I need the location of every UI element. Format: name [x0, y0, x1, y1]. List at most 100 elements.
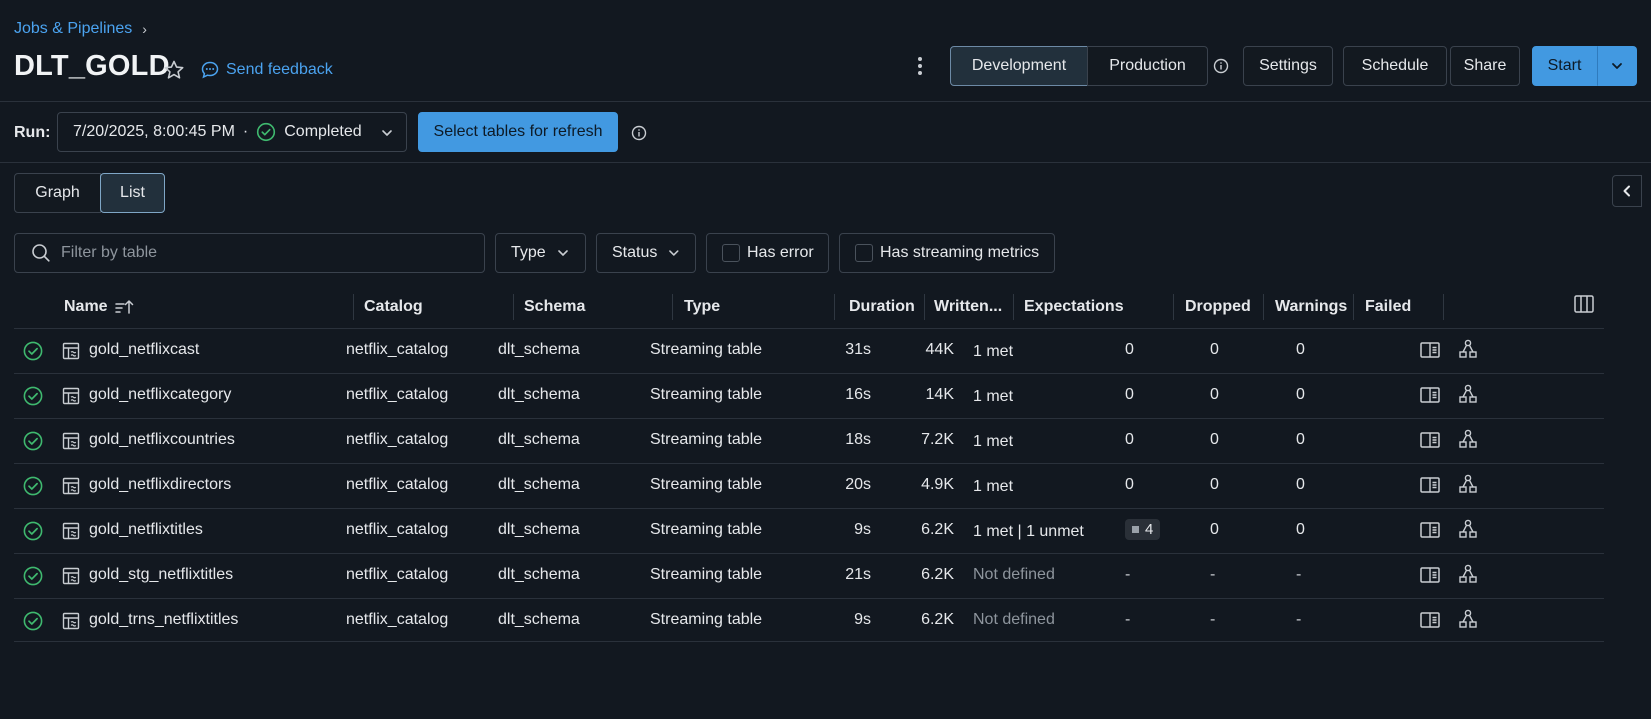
- table-row[interactable]: gold_netflixcountries netflix_catalog dlt_…: [14, 419, 1604, 464]
- column-separator[interactable]: [834, 294, 835, 320]
- page-title: DLT_GOLD: [14, 50, 170, 82]
- streaming-table-icon: [61, 476, 81, 501]
- table-details-icon[interactable]: [1419, 430, 1441, 455]
- table-header: Name Catalog Schema Type Duration Writte…: [14, 288, 1604, 329]
- table-details-icon[interactable]: [1419, 610, 1441, 635]
- send-feedback-link[interactable]: Send feedback: [200, 60, 333, 80]
- has-streaming-metrics-checkbox[interactable]: Has streaming metrics: [839, 233, 1055, 273]
- has-error-checkbox[interactable]: Has error: [706, 233, 829, 273]
- table-row[interactable]: gold_trns_netflixtitles netflix_catalog dl…: [14, 599, 1604, 642]
- lineage-icon[interactable]: [1457, 428, 1479, 455]
- table-details-icon[interactable]: [1419, 565, 1441, 590]
- column-separator[interactable]: [1013, 294, 1014, 320]
- table-catalog: netflix_catalog: [346, 431, 449, 448]
- table-type: Streaming table: [650, 566, 763, 583]
- table-row[interactable]: gold_netflixtitles netflix_catalog dlt_sch…: [14, 509, 1604, 554]
- expand-panel-button[interactable]: [1612, 175, 1642, 207]
- table-details-icon[interactable]: [1419, 340, 1441, 365]
- share-button[interactable]: Share: [1450, 46, 1520, 86]
- column-header-expectations[interactable]: Expectations: [1024, 298, 1124, 316]
- column-header-failed[interactable]: Failed: [1365, 298, 1411, 316]
- status-success-icon: [22, 340, 44, 367]
- streaming-table-icon: [61, 386, 81, 411]
- column-separator[interactable]: [672, 294, 673, 320]
- table-row[interactable]: gold_netflixcategory netflix_catalog dlt_s…: [14, 374, 1604, 419]
- lineage-icon[interactable]: [1457, 473, 1479, 500]
- chevron-down-icon: [669, 250, 679, 256]
- run-selector[interactable]: 7/20/2025, 8:00:45 PM · Completed: [57, 112, 407, 152]
- table-expectations-link[interactable]: 1 met: [973, 478, 1013, 496]
- table-name[interactable]: gold_netflixcast: [89, 341, 199, 359]
- column-header-type[interactable]: Type: [684, 298, 720, 316]
- table-name[interactable]: gold_trns_netflixtitles: [89, 611, 238, 629]
- start-options-button[interactable]: [1597, 46, 1637, 86]
- column-header-duration[interactable]: Duration: [849, 298, 915, 316]
- column-header-catalog[interactable]: Catalog: [364, 298, 423, 316]
- table-catalog: netflix_catalog: [346, 611, 449, 628]
- table-dropped: 0: [1125, 386, 1134, 403]
- column-separator[interactable]: [353, 294, 354, 320]
- table-name[interactable]: gold_netflixcategory: [89, 386, 231, 404]
- start-button[interactable]: Start: [1532, 46, 1597, 86]
- column-separator[interactable]: [1443, 294, 1444, 320]
- has-error-label: Has error: [747, 244, 814, 261]
- column-header-schema[interactable]: Schema: [524, 298, 585, 316]
- table-name[interactable]: gold_netflixtitles: [89, 521, 203, 539]
- dropped-count: 4: [1145, 521, 1154, 538]
- lineage-icon[interactable]: [1457, 518, 1479, 545]
- table-written: 4.9K: [921, 476, 954, 493]
- column-header-written[interactable]: Written...: [934, 298, 1002, 316]
- filter-by-table-input[interactable]: Filter by table: [14, 233, 485, 273]
- breadcrumb-jobs-pipelines-link[interactable]: Jobs & Pipelines: [14, 20, 132, 38]
- column-separator[interactable]: [513, 294, 514, 320]
- table-details-icon[interactable]: [1419, 475, 1441, 500]
- run-datetime: 7/20/2025, 8:00:45 PM: [73, 123, 235, 140]
- lineage-icon[interactable]: [1457, 383, 1479, 410]
- lineage-icon[interactable]: [1457, 338, 1479, 365]
- column-header-name[interactable]: Name: [64, 298, 134, 316]
- column-separator[interactable]: [1173, 294, 1174, 320]
- table-row[interactable]: gold_netflixcast netflix_catalog dlt_schem…: [14, 329, 1604, 374]
- select-tables-for-refresh-button[interactable]: Select tables for refresh: [418, 112, 618, 152]
- table-expectations-link[interactable]: 1 met: [973, 388, 1013, 406]
- table-row[interactable]: gold_netflixdirectors netflix_catalog dlt_…: [14, 464, 1604, 509]
- table-row[interactable]: gold_stg_netflixtitles netflix_catalog dlt…: [14, 554, 1604, 599]
- table-name[interactable]: gold_stg_netflixtitles: [89, 566, 233, 584]
- table-expectations-link[interactable]: 1 met: [973, 433, 1013, 451]
- graph-view-tab[interactable]: Graph: [14, 173, 101, 213]
- more-options-icon[interactable]: [908, 53, 932, 79]
- table-catalog: netflix_catalog: [346, 341, 449, 358]
- table-details-icon[interactable]: [1419, 520, 1441, 545]
- table-name[interactable]: gold_netflixcountries: [89, 431, 235, 449]
- status-filter-dropdown[interactable]: Status: [596, 233, 696, 273]
- schedule-button[interactable]: Schedule: [1343, 46, 1447, 86]
- info-icon[interactable]: [630, 124, 648, 142]
- production-mode-button[interactable]: Production: [1087, 46, 1208, 86]
- table-failed: 0: [1296, 521, 1305, 538]
- list-view-tab[interactable]: List: [100, 173, 165, 213]
- column-header-warnings[interactable]: Warnings: [1275, 298, 1347, 316]
- development-mode-button[interactable]: Development: [950, 46, 1088, 86]
- table-dropped: -: [1125, 566, 1131, 583]
- type-filter-dropdown[interactable]: Type: [495, 233, 586, 273]
- table-expectations-link[interactable]: 1 met | 1 unmet: [973, 523, 1084, 541]
- lineage-icon[interactable]: [1457, 608, 1479, 635]
- table-failed: -: [1296, 566, 1302, 583]
- search-icon: [32, 244, 50, 262]
- settings-button[interactable]: Settings: [1243, 46, 1333, 86]
- column-separator[interactable]: [924, 294, 925, 320]
- streaming-table-icon: [61, 521, 81, 546]
- table-name[interactable]: gold_netflixdirectors: [89, 476, 231, 494]
- columns-settings-icon[interactable]: [1573, 294, 1595, 314]
- dropped-badge[interactable]: 4: [1125, 519, 1161, 540]
- column-header-dropped[interactable]: Dropped: [1185, 298, 1251, 316]
- info-icon[interactable]: [1212, 57, 1230, 75]
- column-separator[interactable]: [1353, 294, 1354, 320]
- column-separator[interactable]: [1263, 294, 1264, 320]
- table-details-icon[interactable]: [1419, 385, 1441, 410]
- status-success-icon: [22, 430, 44, 457]
- table-warnings: 0: [1210, 476, 1219, 493]
- lineage-icon[interactable]: [1457, 563, 1479, 590]
- star-icon[interactable]: [162, 58, 186, 82]
- table-expectations-link[interactable]: 1 met: [973, 343, 1013, 361]
